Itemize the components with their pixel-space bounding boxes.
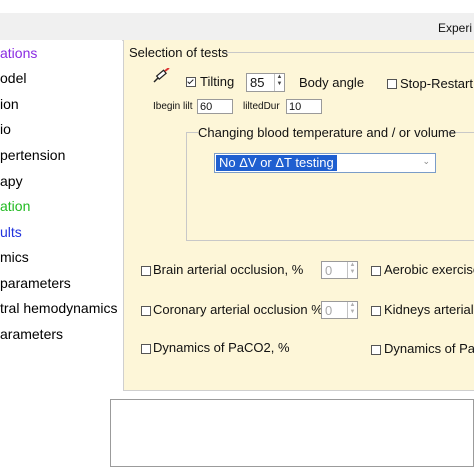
kidneys-occlusion-label: Kidneys arterial: [384, 302, 474, 317]
chevron-down-icon[interactable]: ⌄: [422, 156, 430, 167]
sidebar-item-simulation[interactable]: ation: [0, 198, 30, 214]
coronary-occlusion-checkbox[interactable]: [141, 306, 151, 316]
coronary-occlusion-stepper[interactable]: 0 ▲ ▼: [321, 301, 358, 319]
tilted-dur-label: liltedDur: [243, 101, 280, 112]
body-angle-stepper[interactable]: 85 ▲ ▼: [246, 73, 285, 92]
kidneys-occlusion-checkbox[interactable]: [371, 306, 381, 316]
paco2-dynamics-label: Dynamics of PaCO2, %: [153, 340, 290, 355]
stepper-arrows[interactable]: ▲ ▼: [347, 302, 357, 318]
window-title: Experi: [438, 21, 473, 35]
brain-occlusion-label: Brain arterial occlusion, %: [153, 262, 304, 277]
body-angle-label: Body angle: [299, 75, 365, 90]
sidebar-item-simulations[interactable]: ations: [0, 45, 37, 61]
sidebar-item-central-hemodynamics[interactable]: tral hemodynamics: [0, 300, 118, 316]
sidebar-item-ion[interactable]: ion: [0, 96, 19, 112]
coronary-occlusion-label: Coronary arterial occlusion %: [153, 302, 323, 317]
sidebar-item-results[interactable]: ults: [0, 224, 22, 240]
stop-restart-label: Stop-Restart H: [400, 76, 474, 91]
sidebar-item-dynamics[interactable]: mics: [0, 249, 29, 265]
aerobic-exercise-label: Aerobic exercise: [384, 262, 474, 277]
brain-occlusion-stepper[interactable]: 0 ▲ ▼: [321, 261, 358, 279]
blood-group-border-left-top: [186, 132, 198, 133]
begin-tilt-label: Ibegin lilt: [153, 101, 193, 112]
sidebar-item-io[interactable]: io: [0, 121, 11, 137]
tests-panel: Selection of tests Tilting 85 ▲ ▼ Body an…: [123, 40, 474, 391]
body-angle-value: 85: [250, 75, 265, 90]
stepper-arrows[interactable]: ▲ ▼: [274, 74, 284, 91]
tilted-dur-input[interactable]: 10: [286, 99, 322, 114]
brain-occlusion-value: 0: [325, 263, 333, 278]
syringe-icon: [152, 67, 172, 84]
sidebar: ations odel ion io pertension apy ation …: [0, 40, 122, 385]
begin-tilt-input[interactable]: 60: [197, 99, 233, 114]
stop-restart-checkbox[interactable]: [387, 79, 397, 89]
blood-group-border-left: [186, 132, 187, 240]
tilting-label: Tilting: [200, 74, 235, 89]
paco2-dynamics-checkbox[interactable]: [141, 344, 151, 354]
sidebar-item-parameters[interactable]: parameters: [0, 275, 71, 291]
stepper-arrows[interactable]: ▲ ▼: [347, 262, 357, 278]
title-bar: Experi: [0, 13, 474, 41]
blood-legend: Changing blood temperature and / or volu…: [198, 125, 456, 140]
sidebar-item-therapy[interactable]: apy: [0, 173, 23, 189]
aerobic-exercise-checkbox[interactable]: [371, 266, 381, 276]
group-border-top: [223, 52, 474, 53]
blood-test-select[interactable]: No ΔV or ΔT testing ⌄: [214, 153, 436, 173]
brain-occlusion-checkbox[interactable]: [141, 266, 151, 276]
coronary-occlusion-value: 0: [325, 303, 333, 318]
pa-dynamics-checkbox[interactable]: [371, 345, 381, 355]
pa-dynamics-label: Dynamics of Pa: [384, 341, 474, 356]
sidebar-item-more-parameters[interactable]: arameters: [0, 326, 63, 342]
blood-group-border-bottom: [186, 240, 474, 241]
sidebar-item-hypertension[interactable]: pertension: [0, 147, 65, 163]
blood-test-selected: No ΔV or ΔT testing: [216, 155, 337, 171]
tests-legend: Selection of tests: [129, 45, 228, 60]
output-area[interactable]: [110, 399, 474, 467]
tilting-checkbox[interactable]: [186, 77, 196, 87]
sidebar-item-model[interactable]: odel: [0, 70, 26, 86]
